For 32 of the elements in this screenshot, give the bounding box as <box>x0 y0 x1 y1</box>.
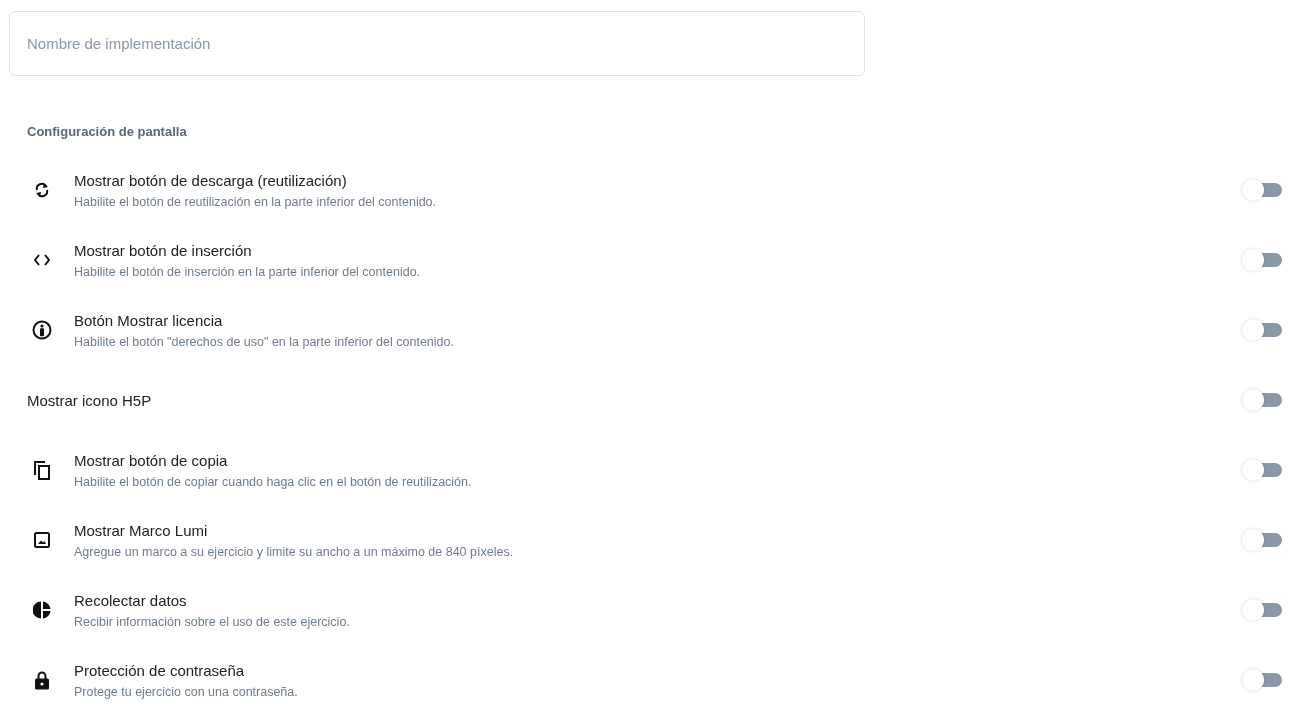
name-input-field[interactable]: Nombre de implementación <box>9 11 865 76</box>
toggle-switch[interactable] <box>1242 459 1282 481</box>
toggle-switch[interactable] <box>1242 529 1282 551</box>
setting-title: Mostrar botón de inserción <box>74 241 253 259</box>
toggle-switch[interactable] <box>1242 669 1282 691</box>
setting-description: Protege tu ejercicio con una contraseña. <box>74 684 299 699</box>
setting-title: Recolectar datos <box>74 591 188 609</box>
pie-chart-icon <box>32 601 51 619</box>
section-heading: Configuración de pantalla <box>27 124 188 139</box>
image-icon <box>33 532 50 548</box>
sync-icon <box>33 181 50 199</box>
setting-description: Habilite el botón "derechos de uso" en la parte inferior del contenido. <box>74 334 455 349</box>
setting-title: Mostrar Marco Lumi <box>74 521 209 539</box>
setting-title: Mostrar botón de copia <box>74 451 229 469</box>
setting-title: Botón Mostrar licencia <box>74 311 224 329</box>
lock-icon <box>34 670 49 690</box>
toggle-switch[interactable] <box>1242 599 1282 621</box>
setting-description: Habilite el botón de copiar cuando haga clic en el botón de reutilización. <box>74 474 473 489</box>
copy-icon <box>33 460 50 480</box>
toggle-switch[interactable] <box>1242 319 1282 341</box>
setting-description: Habilite el botón de reutilización en la parte inferior del contenido. <box>74 194 438 209</box>
toggle-switch[interactable] <box>1242 389 1282 411</box>
person-circle-icon <box>31 320 52 340</box>
code-icon <box>33 254 50 266</box>
toggle-switch[interactable] <box>1242 249 1282 271</box>
setting-title: Protección de contraseña <box>74 661 246 679</box>
setting-description: Recibir información sobre el uso de este ejercicio. <box>74 614 351 629</box>
setting-description: Agregue un marco a su ejercicio y limite su ancho a un máximo de 840 píxeles. <box>74 544 515 559</box>
toggle-switch[interactable] <box>1242 179 1282 201</box>
setting-title: Mostrar icono H5P <box>27 391 153 409</box>
setting-title: Mostrar botón de descarga (reutilización) <box>74 171 348 189</box>
setting-description: Habilite el botón de inserción en la parte inferior del contenido. <box>74 264 422 279</box>
